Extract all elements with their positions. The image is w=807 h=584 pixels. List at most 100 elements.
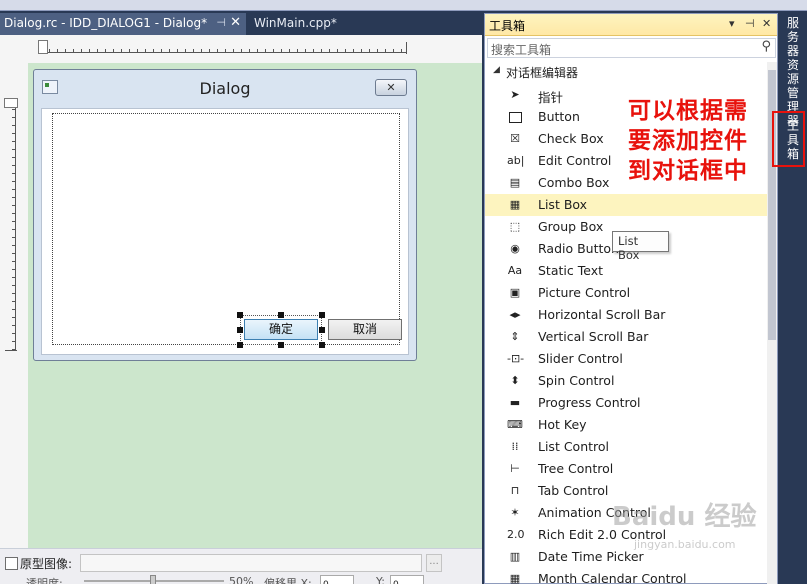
spin-control-icon: ⬍ — [510, 374, 520, 387]
toolbox-item[interactable]: 2.0 Rich Edit 2.0 Control — [485, 524, 767, 546]
collapse-triangle-icon[interactable]: ◢ — [493, 65, 500, 75]
offset-y-field[interactable]: 0 — [390, 575, 424, 584]
offset-x-field[interactable]: 0 — [320, 575, 354, 584]
resize-grip[interactable] — [278, 312, 284, 318]
ruler-tick — [12, 157, 16, 158]
combo-box-icon: ▤ — [509, 176, 521, 189]
toolbox-item[interactable]: ⊓ Tab Control — [485, 480, 767, 502]
prototype-image-label: 原型图像: — [20, 557, 73, 571]
dialog-margin-guide — [52, 113, 400, 345]
cancel-button[interactable]: 取消 — [328, 319, 402, 340]
tab-control-icon: ⊓ — [510, 484, 520, 497]
tab-dialog-rc[interactable]: Dialog.rc - IDD_DIALOG1 - Dialog* ⊣ ✕ — [0, 13, 246, 35]
ruler-tick — [401, 49, 402, 53]
ruler-tick — [81, 49, 82, 53]
toolbox-item-label: Combo Box — [538, 175, 610, 190]
toolbox-item[interactable]: ▦ List Box — [485, 194, 767, 216]
toolbox-item-label: Button — [538, 109, 580, 124]
toolbox-item[interactable]: ▬ Progress Control — [485, 392, 767, 414]
toolbox-item[interactable]: ◂▸ Horizontal Scroll Bar — [485, 304, 767, 326]
ruler-guide-handle[interactable] — [38, 40, 48, 54]
ruler-tick — [12, 229, 16, 230]
dialog-window[interactable]: Dialog ✕ 确定 取消 — [33, 69, 417, 361]
prototype-image-bar: 原型图像: ... 透明度: 50% 偏移里 X: 0 Y: 0 — [0, 548, 482, 584]
list-box-icon: ▦ — [509, 198, 521, 211]
annotation-line: 要添加控件 — [628, 128, 748, 154]
resize-grip[interactable] — [237, 327, 243, 333]
pin-icon[interactable]: ⊣ — [745, 17, 755, 30]
dropdown-icon[interactable]: ▾ — [729, 17, 735, 30]
ruler-tick — [281, 49, 282, 53]
ruler-tick — [12, 301, 16, 302]
slider-thumb[interactable] — [150, 575, 156, 584]
toolbox-item-label: Radio Button — [538, 241, 619, 256]
toolbox-item-label: Static Text — [538, 263, 603, 278]
close-icon[interactable]: ✕ — [762, 17, 771, 30]
ruler-tick — [12, 349, 16, 350]
toolbox-item[interactable]: -⊡- Slider Control — [485, 348, 767, 370]
tab-winmain-cpp-label: WinMain.cpp* — [254, 16, 337, 30]
toolbox-item[interactable]: Aa Static Text — [485, 260, 767, 282]
prototype-image-checkbox[interactable] — [5, 557, 18, 570]
resize-grip[interactable] — [237, 312, 243, 318]
radio-button-icon: ◉ — [510, 242, 520, 255]
toolbox-item[interactable]: ▥ Date Time Picker — [485, 546, 767, 568]
toolbox-item-label: List Control — [538, 439, 610, 454]
tooltip: List Box — [612, 231, 669, 262]
ruler-tick — [201, 49, 202, 53]
browse-button[interactable]: ... — [426, 554, 442, 572]
ruler-tick — [12, 213, 16, 214]
ruler-tick — [297, 49, 298, 53]
search-placeholder: 搜索工具箱 — [491, 43, 552, 57]
document-tab-row: Dialog.rc - IDD_DIALOG1 - Dialog* ⊣ ✕ Wi… — [0, 11, 482, 35]
annotation-text: 可以根据需 要添加控件 到对话框中 — [628, 96, 752, 186]
category-dialog-editor[interactable]: ◢ 对话框编辑器 — [485, 62, 767, 82]
toolbox-item[interactable]: ▦ Month Calendar Control — [485, 568, 767, 584]
toolbox-item[interactable]: ⌨ Hot Key — [485, 414, 767, 436]
ruler-tick — [137, 49, 138, 53]
resize-grip[interactable] — [237, 342, 243, 348]
ruler-tick — [177, 49, 178, 53]
tab-winmain-cpp[interactable]: WinMain.cpp* — [250, 13, 370, 35]
vertical-scroll-bar-icon: ⇕ — [510, 330, 520, 343]
resize-grip[interactable] — [319, 327, 325, 333]
ruler-tick — [369, 49, 370, 53]
ruler-tick — [241, 49, 242, 53]
ruler-tick — [161, 49, 162, 53]
toolbox-search-input[interactable]: 搜索工具箱 ⚲ — [487, 38, 776, 58]
toolbox-item[interactable]: ✶ Animation Control — [485, 502, 767, 524]
ruler-tick — [12, 109, 16, 110]
hot-key-icon: ⌨ — [507, 418, 523, 431]
button-icon — [507, 109, 523, 125]
ruler-tick — [265, 49, 266, 53]
search-icon[interactable]: ⚲ — [761, 39, 771, 54]
toolbox-item[interactable]: ⇕ Vertical Scroll Bar — [485, 326, 767, 348]
toolbox-item-label: Check Box — [538, 131, 604, 146]
pin-icon[interactable]: ⊣ — [216, 13, 226, 33]
toolbox-item-label: Slider Control — [538, 351, 623, 366]
toolbox-item[interactable]: ⊢ Tree Control — [485, 458, 767, 480]
ruler-tick — [97, 49, 98, 53]
prototype-image-path-field[interactable] — [80, 554, 422, 572]
horizontal-scroll-bar-icon: ◂▸ — [509, 308, 521, 321]
ruler-tick — [57, 49, 58, 53]
opacity-slider[interactable] — [84, 575, 224, 584]
dialog-client-area[interactable]: 确定 取消 — [41, 108, 409, 355]
rich-edit-icon: 2.0 — [507, 528, 525, 541]
ok-button[interactable]: 确定 — [244, 319, 318, 340]
ruler-guide-handle[interactable] — [4, 98, 18, 108]
resize-grip[interactable] — [319, 342, 325, 348]
ruler-baseline — [15, 101, 16, 350]
resize-grip[interactable] — [278, 342, 284, 348]
toolbox-item[interactable]: ⬍ Spin Control — [485, 370, 767, 392]
close-icon[interactable]: ✕ — [230, 13, 241, 33]
resize-grip[interactable] — [319, 312, 325, 318]
toolbox-item[interactable]: ⁞⁞ List Control — [485, 436, 767, 458]
toolbox-item-label: Rich Edit 2.0 Control — [538, 527, 667, 542]
vertical-ruler — [4, 98, 18, 351]
toolbox-item-label: Horizontal Scroll Bar — [538, 307, 666, 322]
toolbox-item[interactable]: ▣ Picture Control — [485, 282, 767, 304]
dialog-close-button[interactable]: ✕ — [375, 79, 407, 96]
ruler-baseline — [41, 52, 406, 53]
ruler-tick — [12, 269, 16, 270]
